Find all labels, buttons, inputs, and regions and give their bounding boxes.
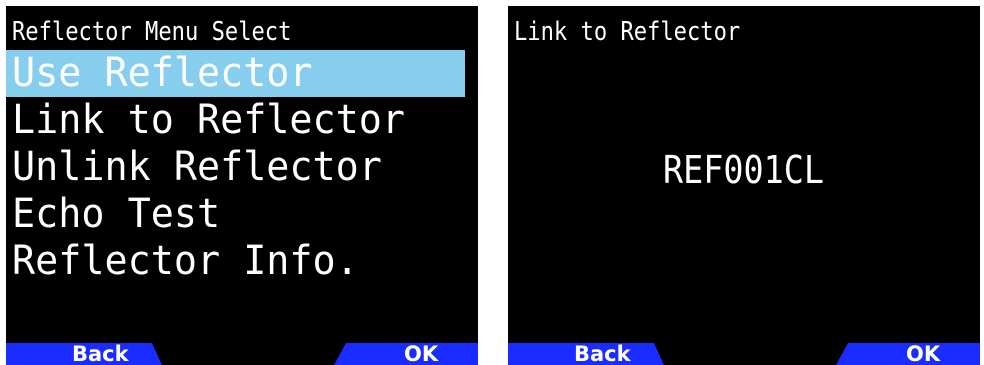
menu-item-echo-test[interactable]: Echo Test [6,191,478,238]
menu-item-use-reflector[interactable]: Use Reflector [6,50,465,97]
link-to-reflector-screen: Link to Reflector REF001CL Back OK [508,6,980,365]
ok-softkey[interactable]: OK [334,343,478,365]
reflector-value-display[interactable]: REF001CL [508,146,980,194]
reflector-menu-screen: Reflector Menu Select Use Reflector Link… [6,6,478,365]
menu-item-label: Link to Reflector [12,97,406,143]
menu-item-label: Echo Test [12,191,221,237]
reflector-id-text: REF001CL [663,148,825,192]
ok-softkey[interactable]: OK [836,343,980,365]
back-softkey[interactable]: Back [508,343,664,365]
screen-title: Link to Reflector [514,17,741,47]
menu-item-link-to-reflector[interactable]: Link to Reflector [6,97,478,144]
reflector-menu: Use Reflector Link to Reflector Unlink R… [6,50,478,285]
menu-item-label: Use Reflector [12,50,313,96]
menu-item-label: Reflector Info. [12,238,359,284]
screen-title: Reflector Menu Select [12,17,292,47]
menu-item-unlink-reflector[interactable]: Unlink Reflector [6,144,478,191]
menu-item-label: Unlink Reflector [12,144,382,190]
menu-item-reflector-info[interactable]: Reflector Info. [6,238,478,285]
back-softkey[interactable]: Back [6,343,162,365]
